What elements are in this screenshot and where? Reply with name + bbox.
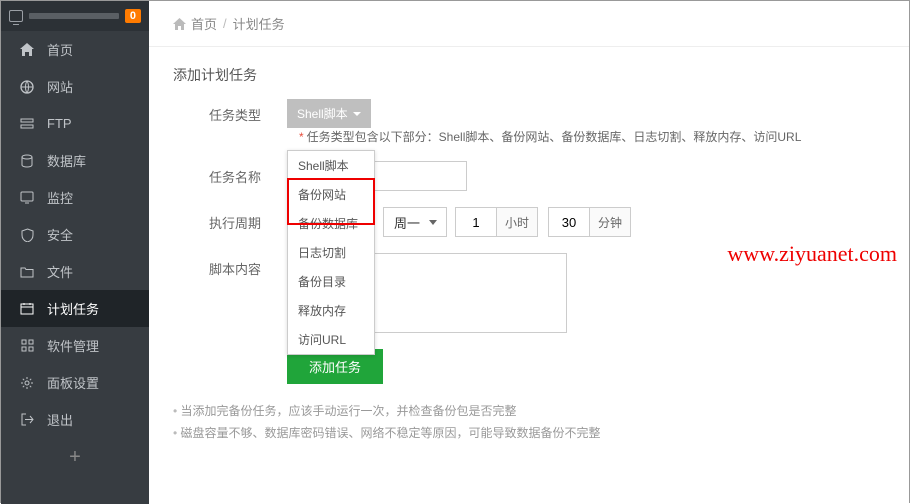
task-type-dropdown-menu: Shell脚本备份网站备份数据库日志切割备份目录释放内存访问URL (287, 150, 375, 355)
task-type-label: 任务类型 (209, 99, 287, 124)
sidebar-item-2[interactable]: FTP (1, 105, 149, 142)
sidebar-item-0[interactable]: 首页 (1, 31, 149, 68)
sidebar-item-9[interactable]: 面板设置 (1, 364, 149, 401)
gear-icon (19, 376, 35, 390)
ftp-icon (19, 117, 35, 131)
sidebar-item-label: 计划任务 (47, 299, 99, 318)
breadcrumb-separator: / (223, 16, 227, 31)
home-icon (19, 43, 35, 57)
shield-icon (19, 228, 35, 242)
sidebar-item-label: 安全 (47, 225, 73, 244)
sidebar-item-label: 文件 (47, 262, 73, 281)
sidebar-item-7[interactable]: 计划任务 (1, 290, 149, 327)
tip-item-0: 当添加完备份任务，应该手动运行一次，并检查备份包是否完整 (173, 400, 909, 422)
sidebar-item-label: 首页 (47, 40, 73, 59)
dropdown-option-4[interactable]: 备份目录 (288, 267, 374, 296)
notification-badge[interactable]: 0 (125, 9, 141, 23)
caret-down-icon (353, 112, 361, 116)
cycle-day-dropdown[interactable]: 周一 (383, 207, 447, 237)
script-label: 脚本内容 (209, 253, 287, 278)
section-title: 添加计划任务 (149, 47, 909, 99)
database-icon (19, 154, 35, 168)
sidebar-add-button[interactable]: + (1, 438, 149, 477)
dropdown-option-0[interactable]: Shell脚本 (288, 151, 374, 180)
task-type-note: *任务类型包含以下部分：Shell脚本、备份网站、备份数据库、日志切割、释放内存… (299, 128, 801, 145)
sidebar-item-3[interactable]: 数据库 (1, 142, 149, 179)
sidebar-top-bar: 0 (1, 1, 149, 31)
logout-icon (19, 413, 35, 427)
cycle-hour-unit: 小时 (496, 208, 537, 236)
cycle-label: 执行周期 (209, 207, 287, 232)
watermark-text: www.ziyuanet.com (727, 241, 897, 267)
breadcrumb: 首页 / 计划任务 (149, 1, 909, 47)
sidebar-item-8[interactable]: 软件管理 (1, 327, 149, 364)
cycle-hour-input[interactable] (456, 208, 496, 236)
dropdown-option-6[interactable]: 访问URL (288, 325, 374, 354)
cycle-min-unit: 分钟 (589, 208, 630, 236)
top-progress-bar (29, 13, 119, 19)
sidebar-item-4[interactable]: 监控 (1, 179, 149, 216)
sidebar-item-label: 面板设置 (47, 373, 99, 392)
sidebar-item-5[interactable]: 安全 (1, 216, 149, 253)
monitor-icon (19, 191, 35, 205)
grid-icon (19, 339, 35, 353)
sidebar-item-1[interactable]: 网站 (1, 68, 149, 105)
sidebar-item-label: 监控 (47, 188, 73, 207)
task-type-selected: Shell脚本 (297, 105, 348, 122)
sidebar-item-10[interactable]: 退出 (1, 401, 149, 438)
sidebar-item-label: 软件管理 (47, 336, 99, 355)
sidebar-item-label: 退出 (47, 410, 73, 429)
dropdown-option-3[interactable]: 日志切割 (288, 238, 374, 267)
home-icon (173, 18, 186, 30)
dropdown-option-2[interactable]: 备份数据库 (288, 209, 374, 238)
cycle-hour-group: 小时 (455, 207, 538, 237)
sidebar-item-label: 网站 (47, 77, 73, 96)
tips-list: 当添加完备份任务，应该手动运行一次，并检查备份包是否完整磁盘容量不够、数据库密码… (173, 400, 909, 444)
sidebar-item-label: FTP (47, 116, 72, 131)
sidebar: 0 首页网站 FTP 数据库监控安全文件计划任务软件管理面板设置退出 + (1, 1, 149, 504)
globe-icon (19, 80, 35, 94)
cycle-min-input[interactable] (549, 208, 589, 236)
sidebar-item-label: 数据库 (47, 151, 86, 170)
cycle-min-group: 分钟 (548, 207, 631, 237)
task-type-dropdown-button[interactable]: Shell脚本 (287, 99, 371, 128)
sidebar-item-6[interactable]: 文件 (1, 253, 149, 290)
dropdown-option-5[interactable]: 释放内存 (288, 296, 374, 325)
calendar-icon (19, 302, 35, 316)
dropdown-option-1[interactable]: 备份网站 (288, 180, 374, 209)
breadcrumb-home[interactable]: 首页 (191, 14, 217, 33)
tip-item-1: 磁盘容量不够、数据库密码错误、网络不稳定等原因，可能导致数据备份不完整 (173, 422, 909, 444)
breadcrumb-current: 计划任务 (233, 14, 285, 33)
monitor-icon (9, 10, 23, 22)
task-name-label: 任务名称 (209, 161, 287, 186)
folder-icon (19, 265, 35, 279)
